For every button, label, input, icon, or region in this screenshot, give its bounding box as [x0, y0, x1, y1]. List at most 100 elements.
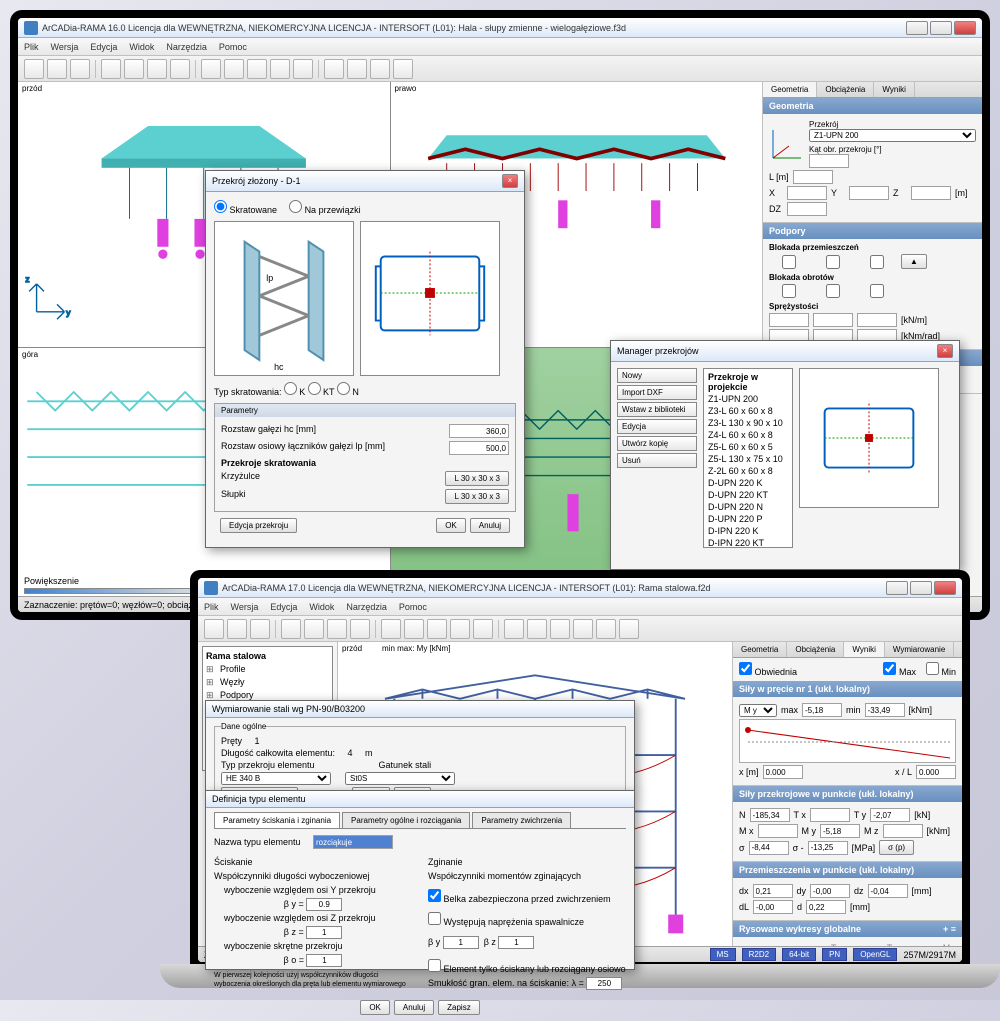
radio-k[interactable]: K — [284, 387, 306, 397]
toolbar-button[interactable] — [47, 59, 67, 79]
hc-input[interactable] — [449, 424, 509, 438]
radio-przewiazki[interactable]: Na przewiązki — [289, 200, 361, 215]
bo-z[interactable] — [857, 284, 897, 298]
przekroje-list[interactable]: Przekroje w projekcie Z1-UPN 200Z3-L 60 … — [703, 368, 793, 548]
force-select[interactable]: M y — [739, 704, 777, 717]
toolbar-button[interactable] — [393, 59, 413, 79]
y-input[interactable] — [849, 186, 889, 200]
toolbar-button[interactable] — [250, 619, 270, 639]
toolbar-button[interactable] — [224, 59, 244, 79]
chk-spawalnicze[interactable]: Występują naprężenia spawalnicze — [428, 917, 584, 927]
chk-osiowo[interactable]: Element tylko ściskany lub rozciągany os… — [428, 964, 626, 974]
menu-pomoc[interactable]: Pomoc — [219, 42, 247, 52]
menu-wersja[interactable]: Wersja — [51, 42, 79, 52]
edycja-przekroju-button[interactable]: Edycja przekroju — [220, 518, 297, 533]
tab-zwichrzenie[interactable]: Parametry zwichrzenia — [472, 812, 571, 828]
menu-edycja[interactable]: Edycja — [90, 42, 117, 52]
menu-edycja[interactable]: Edycja — [270, 602, 297, 612]
radio-n[interactable]: N — [337, 387, 359, 397]
x-input[interactable] — [787, 186, 827, 200]
toolbar-button[interactable] — [204, 619, 224, 639]
toolbar-button[interactable] — [70, 59, 90, 79]
toolbar-button[interactable] — [527, 619, 547, 639]
L-input[interactable] — [793, 170, 833, 184]
bo-input[interactable] — [306, 954, 342, 967]
bp-x[interactable] — [769, 255, 809, 269]
slupki-btn[interactable]: L 30 x 30 x 3 — [445, 489, 509, 504]
tab-wyniki[interactable]: Wyniki — [874, 82, 914, 97]
krzyzulce-btn[interactable]: L 30 x 30 x 3 — [445, 471, 509, 486]
lp-input[interactable] — [449, 441, 509, 455]
max-input[interactable] — [802, 703, 842, 717]
toolbar-button[interactable] — [170, 59, 190, 79]
mgr-kopia-button[interactable]: Utwórz kopię — [617, 436, 697, 451]
bo-x[interactable] — [769, 284, 809, 298]
toolbar-button[interactable] — [450, 619, 470, 639]
toolbar-button[interactable] — [327, 619, 347, 639]
xl-input[interactable] — [916, 765, 956, 779]
spr-1[interactable] — [769, 313, 809, 327]
mgr-nowy-button[interactable]: Nowy — [617, 368, 697, 383]
toolbar-button[interactable] — [404, 619, 424, 639]
toolbar-button[interactable] — [350, 619, 370, 639]
x-input[interactable] — [763, 765, 803, 779]
mgr-wstaw-button[interactable]: Wstaw z biblioteki — [617, 402, 697, 417]
menu-widok[interactable]: Widok — [129, 42, 154, 52]
toolbar-button[interactable] — [101, 59, 121, 79]
close-icon[interactable]: × — [502, 174, 518, 188]
zapisz-button[interactable]: Zapisz — [438, 1000, 480, 1015]
close-button[interactable] — [954, 21, 976, 35]
bp-y[interactable] — [813, 255, 853, 269]
bz-input[interactable] — [306, 926, 342, 939]
menu-narzedzia[interactable]: Narzędzia — [166, 42, 207, 52]
toolbar-button[interactable] — [473, 619, 493, 639]
toolbar-button[interactable] — [381, 619, 401, 639]
lambda-input[interactable] — [586, 977, 622, 990]
toolbar-button[interactable] — [370, 59, 390, 79]
toolbar-button[interactable] — [281, 619, 301, 639]
tab-sciskanie[interactable]: Parametry ściskania i zginania — [214, 812, 340, 828]
toolbar-button[interactable] — [427, 619, 447, 639]
nazwa-input[interactable] — [313, 835, 393, 849]
z-input[interactable] — [911, 186, 951, 200]
spr-3[interactable] — [857, 313, 897, 327]
maximize-button[interactable] — [930, 21, 952, 35]
menu-plik[interactable]: Plik — [24, 42, 39, 52]
by-input[interactable] — [306, 898, 342, 911]
toolbar-button[interactable] — [596, 619, 616, 639]
tab-geometria[interactable]: Geometria — [733, 642, 787, 657]
bo-y[interactable] — [813, 284, 853, 298]
bp-z[interactable] — [857, 255, 897, 269]
toolbar-button[interactable] — [201, 59, 221, 79]
toolbar-button[interactable] — [573, 619, 593, 639]
min-input[interactable] — [865, 703, 905, 717]
toolbar-button[interactable] — [147, 59, 167, 79]
spr-2[interactable] — [813, 313, 853, 327]
menu-narzedzia[interactable]: Narzędzia — [346, 602, 387, 612]
toolbar-button[interactable] — [324, 59, 344, 79]
max-check[interactable]: Max — [883, 662, 916, 677]
min-check[interactable]: Min — [926, 662, 956, 677]
tab-obciazenia[interactable]: Obciążenia — [817, 82, 874, 97]
sigma-p-button[interactable]: σ (p) — [879, 840, 914, 855]
tab-rozciaganie[interactable]: Parametry ogólne i rozciągania — [342, 812, 470, 828]
ok-button[interactable]: OK — [436, 518, 466, 533]
close-icon[interactable]: × — [937, 344, 953, 358]
toolbar-button[interactable] — [304, 619, 324, 639]
menu-widok[interactable]: Widok — [309, 602, 334, 612]
tree-item[interactable]: Węzły — [206, 676, 329, 689]
zoom-slider[interactable] — [24, 588, 204, 594]
dz-input[interactable] — [787, 202, 827, 216]
toolbar-button[interactable] — [347, 59, 367, 79]
anuluj-button[interactable]: Anuluj — [394, 1000, 434, 1015]
toolbar-button[interactable] — [24, 59, 44, 79]
tab-obciazenia[interactable]: Obciążenia — [787, 642, 844, 657]
menu-plik[interactable]: Plik — [204, 602, 219, 612]
mgr-import-button[interactable]: Import DXF — [617, 385, 697, 400]
radio-kt[interactable]: KT — [308, 387, 335, 397]
toolbar-button[interactable] — [270, 59, 290, 79]
przekroj-select[interactable]: Z1-UPN 200 — [809, 129, 976, 142]
obwiednia-check[interactable]: Obwiednia — [739, 662, 797, 677]
minimize-button[interactable] — [886, 581, 908, 595]
profil-select[interactable]: HE 340 B — [221, 772, 331, 785]
